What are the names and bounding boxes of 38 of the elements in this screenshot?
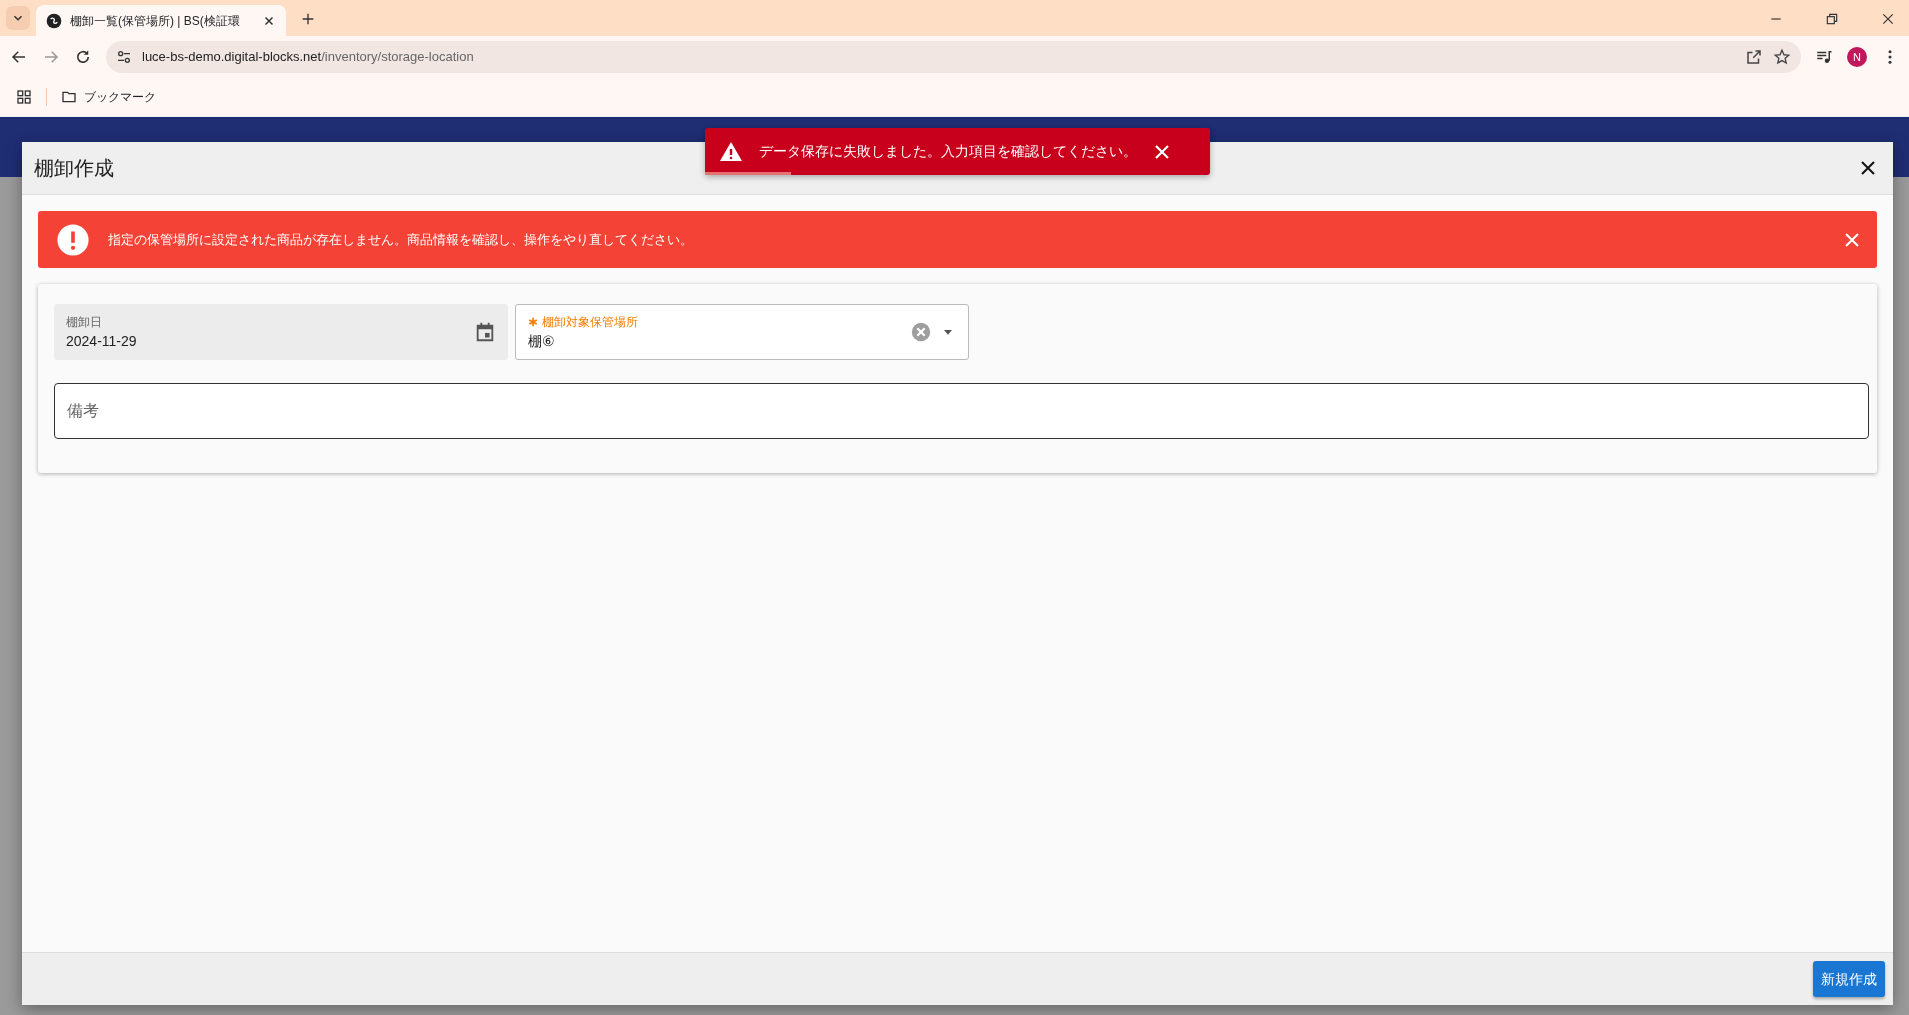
tab-list-button[interactable]: [6, 6, 30, 30]
media-control-icon[interactable]: [1815, 48, 1833, 66]
field-value: 棚⑥: [528, 331, 556, 351]
select-field[interactable]: 棚卸対象保管場所 棚⑥: [515, 304, 969, 360]
address-bar[interactable]: luce-bs-demo.digital-blocks.net/inventory/storage-location: [106, 41, 1801, 73]
close-icon: [1153, 142, 1171, 161]
url-text: luce-bs-demo.digital-blocks.net/inventory/storage-location: [142, 48, 475, 67]
dialog-title: 棚卸作成: [34, 156, 114, 181]
open-external-icon[interactable]: [1745, 48, 1763, 66]
clear-icon[interactable]: [910, 321, 932, 343]
site-logo-icon: [46, 12, 62, 29]
new-tab-icon[interactable]: [300, 11, 316, 27]
tab-title: 棚卸一覧(保管場所) | BS(検証環: [70, 12, 241, 30]
apps-grid-icon[interactable]: [16, 89, 32, 105]
close-button[interactable]: [1859, 159, 1877, 177]
star-icon[interactable]: [1773, 48, 1791, 66]
calendar-icon[interactable]: [474, 321, 496, 343]
field-label: 棚卸日: [66, 313, 102, 331]
field-value: 2024-11-29: [66, 331, 138, 351]
close-icon: [1859, 159, 1877, 177]
alert-message: 指定の保管場所に設定された商品が存在しません。商品情報を確認し、操作をやり直してください。: [108, 230, 694, 249]
exclamation-icon: [56, 222, 90, 257]
create-button[interactable]: 新規作成: [1813, 961, 1885, 997]
close-icon: [1843, 230, 1861, 249]
reload-icon[interactable]: [74, 48, 92, 66]
back-icon[interactable]: [10, 48, 28, 66]
remarks-field[interactable]: 備考: [54, 383, 1869, 439]
forward-icon[interactable]: [42, 48, 60, 66]
close-icon[interactable]: [1881, 12, 1895, 26]
site-settings-icon: [116, 49, 132, 65]
toast-message: データ保存に失敗しました。入力項目を確認してください。: [759, 142, 1137, 161]
folder-icon: [61, 89, 77, 105]
date-field[interactable]: 棚卸日 2024-11-29: [54, 304, 508, 360]
profile-avatar[interactable]: N: [1847, 47, 1867, 67]
restore-icon[interactable]: [1825, 12, 1839, 26]
field-label: 棚卸対象保管場所: [541, 313, 638, 331]
browser-tab[interactable]: 棚卸一覧(保管場所) | BS(検証環: [36, 5, 286, 36]
bookmarks-folder[interactable]: ブックマーク: [61, 88, 156, 106]
